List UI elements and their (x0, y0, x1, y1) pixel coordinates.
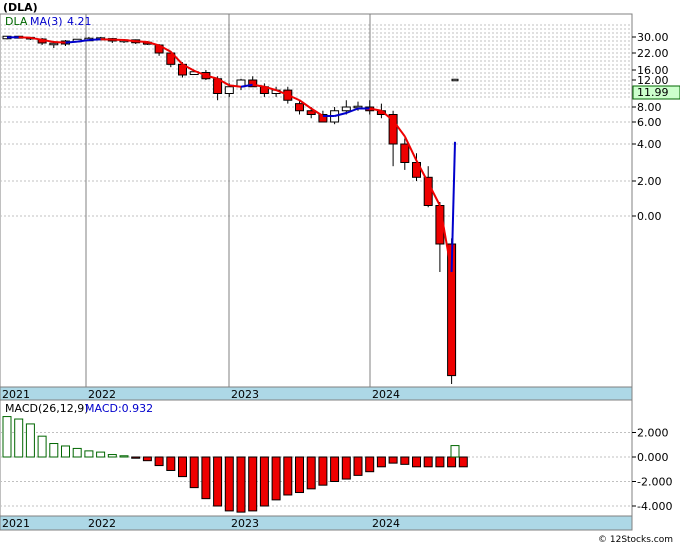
ma-segment (229, 84, 242, 88)
macd-y-tick-label: 2.000 (637, 427, 669, 440)
macd-bar (142, 456, 152, 462)
macd-bar (96, 451, 106, 458)
legend-ma-value: 4.21 (67, 15, 92, 28)
y-tick-label: 2.00 (637, 175, 662, 188)
macd-bar (295, 456, 304, 494)
macd-y-tick-label: -2.000 (637, 476, 672, 489)
x-tick-label: 2021 (2, 388, 30, 401)
macd-bar (166, 456, 176, 471)
macd-bar (25, 423, 35, 458)
macd-bar (236, 456, 246, 513)
macd-bar (37, 435, 47, 458)
macd-bar (259, 456, 269, 507)
candle-body (400, 143, 410, 163)
macd-bar (447, 456, 457, 468)
macd-bar (330, 456, 340, 482)
ma-segment (123, 39, 136, 43)
ma-segment (53, 41, 66, 44)
macd-value: MACD:0.932 (85, 402, 153, 415)
macd-bar (14, 418, 24, 458)
ma-segment (88, 38, 101, 41)
last-price-badge-text: 11.99 (637, 86, 669, 99)
macd-panel-frame (0, 399, 633, 531)
chart-title: (DLA) (3, 1, 38, 14)
macd-bar (178, 456, 187, 478)
price-axis-ticks: 30.0022.0016.0012.008.006.004.002.000.00 (632, 31, 669, 223)
macd-bar (412, 456, 421, 468)
y-tick-label: 6.00 (637, 116, 662, 129)
macd-bar (107, 454, 117, 458)
macd-bar (365, 456, 375, 473)
macd-bar (224, 456, 234, 512)
macd-bar (248, 456, 258, 512)
y-tick-label: 0.00 (637, 210, 662, 223)
ma-segment (135, 40, 148, 43)
macd-y-tick-label: 0.000 (637, 451, 669, 464)
candle-body (295, 103, 304, 112)
x-tick-label: 2024 (372, 517, 400, 530)
legend-symbol: DLA (5, 15, 28, 28)
macd-bar (423, 456, 433, 468)
macd-bar (61, 445, 70, 458)
macd-bar (189, 456, 199, 489)
legend-ma: MA(3) (30, 15, 63, 28)
macd-bar (201, 456, 211, 500)
candle-body (49, 42, 59, 46)
macd-bar (353, 456, 363, 476)
x-tick-label: 2024 (372, 388, 400, 401)
y-tick-label: 4.00 (637, 138, 662, 151)
macd-bar (84, 450, 94, 458)
macd-y-tick-label: -4.000 (637, 500, 672, 513)
macd-axis-ticks: 2.000 0.000 -2.000 -4.000 (632, 427, 672, 513)
ma-segment (18, 36, 31, 39)
macd-bar (435, 456, 445, 468)
y-tick-label: 8.00 (637, 101, 662, 114)
watermark: © 12Stocks.com (598, 535, 673, 545)
macd-bar (283, 456, 293, 496)
x-tick-label: 2022 (88, 388, 116, 401)
macd-bar (119, 455, 129, 458)
macd-bar (213, 456, 223, 507)
x-tick-label: 2023 (231, 517, 259, 530)
macd-bar (450, 445, 460, 458)
macd-bar (271, 456, 281, 501)
ma-segment (65, 40, 78, 44)
y-tick-label: 22.00 (637, 47, 669, 60)
y-tick-label: 30.00 (637, 31, 669, 44)
macd-bar (458, 456, 468, 468)
candle-body (224, 86, 234, 94)
macd-bar (318, 456, 328, 486)
macd-bar (400, 456, 410, 465)
macd-bar (49, 443, 59, 458)
stock-chart: 30.0022.0016.0012.008.006.004.002.000.00… (0, 1, 680, 545)
macd-label: MACD(26,12,9) (5, 402, 89, 415)
x-tick-label: 2021 (2, 517, 30, 530)
macd-bar (154, 456, 164, 467)
macd-bar (376, 456, 386, 468)
candle-body (451, 78, 459, 82)
macd-bar (388, 456, 398, 464)
macd-bar (306, 456, 316, 490)
macd-bar (72, 447, 82, 458)
macd-bar (2, 416, 12, 458)
macd-bar (341, 456, 351, 480)
price-panel-frame (0, 13, 633, 401)
macd-bar (131, 456, 141, 459)
x-tick-label: 2023 (231, 388, 259, 401)
x-tick-label: 2022 (88, 517, 116, 530)
candle-body (341, 106, 351, 112)
